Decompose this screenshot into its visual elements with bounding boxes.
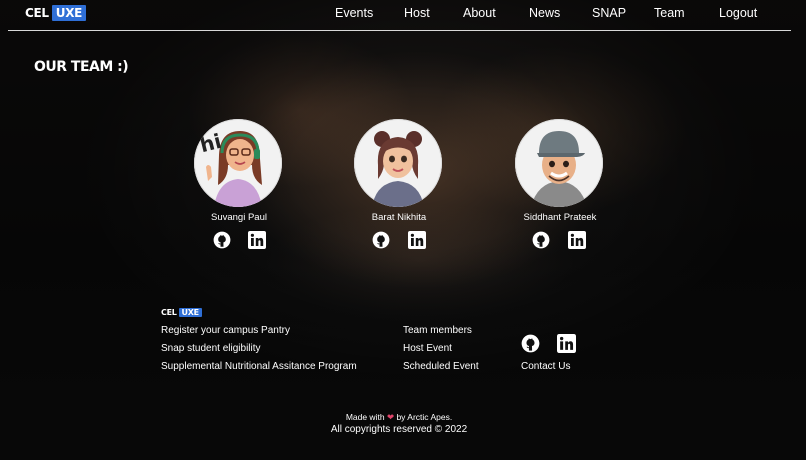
linkedin-icon[interactable] (557, 334, 576, 353)
made-with-suffix: by Arctic Apes. (396, 412, 453, 422)
linkedin-icon[interactable] (568, 231, 586, 249)
nav-host[interactable]: Host (404, 6, 430, 20)
member-social-links (164, 231, 314, 249)
footer-link-register-pantry[interactable]: Register your campus Pantry (161, 325, 290, 336)
footer-brand-logo-right: UXE (178, 308, 202, 317)
nav-events[interactable]: Events (335, 6, 373, 20)
footer-link-contact-us[interactable]: Contact Us (521, 361, 570, 372)
github-icon[interactable] (372, 231, 390, 249)
github-icon[interactable] (532, 231, 550, 249)
avatar (354, 119, 442, 207)
footer-brand-logo[interactable]: CEL UXE (161, 307, 202, 318)
member-name: Suvangi Paul (211, 212, 267, 223)
avatar (515, 119, 603, 207)
brand-logo-left: CEL (25, 6, 49, 20)
avatar: hi (194, 119, 282, 207)
member-social-links (324, 231, 474, 249)
brand-logo-right: UXE (51, 5, 87, 21)
footer-brand-logo-left: CEL (161, 308, 177, 317)
made-with-credit: Made with ❤ by Arctic Apes. (0, 412, 798, 423)
member-name: Barat Nikhita (371, 212, 427, 223)
brand-logo[interactable]: CEL UXE (25, 5, 87, 21)
nav-snap[interactable]: SNAP (592, 6, 626, 20)
linkedin-icon[interactable] (248, 231, 266, 249)
team-section-title: OUR TEAM :) (34, 59, 129, 75)
github-icon[interactable] (213, 231, 231, 249)
linkedin-icon[interactable] (408, 231, 426, 249)
member-name: Siddhant Prateek (523, 212, 597, 223)
made-with-prefix: Made with (345, 412, 385, 422)
footer-link-team-members[interactable]: Team members (403, 325, 472, 336)
footer-link-snap-program[interactable]: Supplemental Nutritional Assitance Progr… (161, 361, 357, 372)
copyright-text: All copyrights reserved © 2022 (330, 424, 468, 435)
nav-team[interactable]: Team (654, 6, 685, 20)
nav-divider (8, 30, 791, 31)
nav-news[interactable]: News (529, 6, 560, 20)
footer-link-scheduled-event[interactable]: Scheduled Event (403, 361, 479, 372)
footer-link-snap-eligibility[interactable]: Snap student eligibility (161, 343, 261, 354)
nav-about[interactable]: About (463, 6, 496, 20)
nav-logout[interactable]: Logout (719, 6, 757, 20)
heart-icon: ❤ (386, 412, 395, 422)
member-social-links (485, 231, 635, 249)
footer-link-host-event[interactable]: Host Event (403, 343, 452, 354)
github-icon[interactable] (521, 334, 540, 353)
